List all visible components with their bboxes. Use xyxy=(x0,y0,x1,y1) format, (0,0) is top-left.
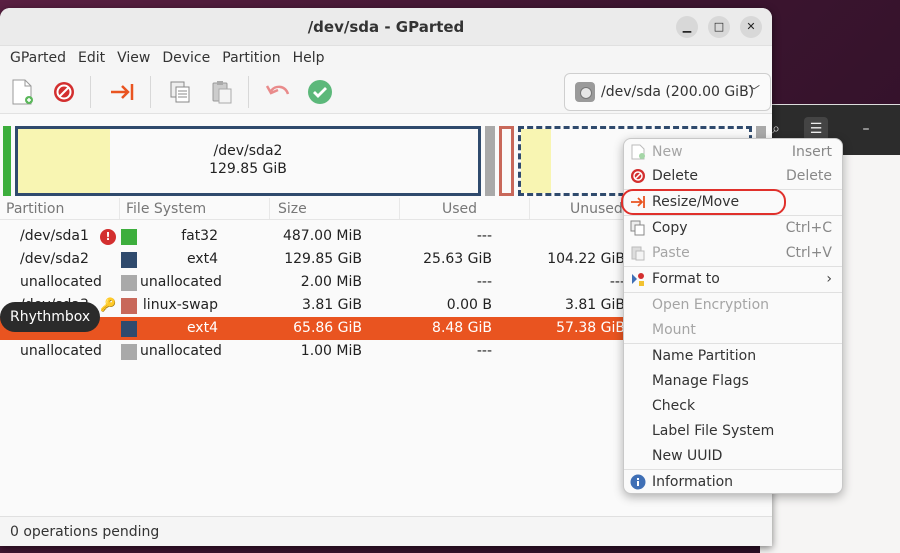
toolbar-separator xyxy=(248,76,249,108)
cell-unused: --- xyxy=(609,274,625,290)
cell-size: 2.00 MiB xyxy=(300,274,362,290)
col-file-system[interactable]: File System xyxy=(120,198,270,219)
cell-used: 25.63 GiB xyxy=(423,251,492,267)
col-used[interactable]: Used xyxy=(400,198,530,219)
cell-used: --- xyxy=(476,228,492,244)
menu-item-new-uuid[interactable]: New UUID xyxy=(624,444,842,468)
maximize-button[interactable]: □ xyxy=(708,16,730,38)
error-icon: ! xyxy=(100,229,116,245)
menu-edit[interactable]: Edit xyxy=(72,50,111,66)
format-icon xyxy=(632,273,644,286)
col-size[interactable]: Size xyxy=(270,198,400,219)
dock-tooltip: Rhythmbox xyxy=(0,302,101,332)
menu-item-copy[interactable]: Copy Ctrl+C xyxy=(624,216,842,240)
cell-partition: unallocated xyxy=(20,343,102,359)
cell-used: 8.48 GiB xyxy=(432,320,492,336)
cell-unused: 3.81 GiB xyxy=(565,297,625,313)
fs-color-swatch xyxy=(121,298,137,314)
tooltip-text: Rhythmbox xyxy=(10,309,91,325)
menu-item-check[interactable]: Check xyxy=(624,394,842,418)
toolbar: /dev/sda (200.00 GiB) ﹀ xyxy=(0,70,772,114)
cell-file-system: ext4 xyxy=(186,251,218,267)
cell-partition: /dev/sda1 xyxy=(20,228,89,244)
copy-icon xyxy=(630,220,645,236)
fs-color-swatch xyxy=(121,275,137,291)
cell-size: 3.81 GiB xyxy=(302,297,362,313)
graph-segment-sda2[interactable]: /dev/sda2 129.85 GiB xyxy=(15,126,481,196)
cell-size: 65.86 GiB xyxy=(293,320,362,336)
close-button[interactable]: ✕ xyxy=(740,16,762,38)
cell-partition: /dev/sda2 xyxy=(20,251,89,267)
menu-item-paste[interactable]: Paste Ctrl+V xyxy=(624,241,842,265)
hard-disk-icon xyxy=(575,82,595,102)
menu-bar: GParted Edit View Device Partition Help xyxy=(0,46,772,70)
fs-color-swatch xyxy=(121,321,137,337)
menu-item-format-to[interactable]: Format to › xyxy=(624,267,842,291)
cell-unused: 104.22 GiB xyxy=(547,251,625,267)
cell-file-system: unallocated xyxy=(140,343,222,359)
paste-icon xyxy=(631,246,645,261)
annotation-highlight-ring xyxy=(621,189,786,215)
col-partition[interactable]: Partition xyxy=(0,198,120,219)
graph-segment-sda3[interactable] xyxy=(499,126,514,196)
apply-icon[interactable] xyxy=(306,78,334,106)
menu-item-delete[interactable]: Delete Delete xyxy=(624,164,842,188)
toolbar-separator xyxy=(150,76,151,108)
submenu-arrow-icon: › xyxy=(826,271,832,287)
new-partition-icon[interactable] xyxy=(8,78,36,106)
cell-used: --- xyxy=(476,343,492,359)
menu-partition[interactable]: Partition xyxy=(216,50,286,66)
info-icon xyxy=(630,474,646,490)
key-icon: 🔑 xyxy=(100,298,117,313)
menu-item-mount[interactable]: Mount xyxy=(624,318,842,342)
cell-used: 0.00 B xyxy=(446,297,492,313)
cell-size: 129.85 GiB xyxy=(284,251,362,267)
menu-device[interactable]: Device xyxy=(156,50,216,66)
minimize-icon[interactable]: – xyxy=(854,117,878,141)
device-selector[interactable]: /dev/sda (200.00 GiB) ﹀ xyxy=(564,73,771,111)
new-icon xyxy=(631,144,645,160)
minimize-button[interactable]: ▁ xyxy=(676,16,698,38)
graph-segment-unallocated[interactable] xyxy=(485,126,495,196)
col-unused[interactable]: Unused xyxy=(530,198,630,219)
title-bar: /dev/sda - GParted ▁ □ ✕ xyxy=(0,8,772,46)
delete-icon xyxy=(631,169,645,183)
menu-item-name-partition[interactable]: Name Partition xyxy=(624,344,842,368)
menu-gparted[interactable]: GParted xyxy=(4,50,72,66)
menu-view[interactable]: View xyxy=(111,50,156,66)
fs-color-swatch xyxy=(121,252,137,268)
cell-file-system: linux-swap xyxy=(142,297,218,313)
resize-move-icon[interactable] xyxy=(108,78,136,106)
graph-segment-sda1[interactable] xyxy=(3,126,11,196)
menu-item-information[interactable]: Information xyxy=(624,470,842,494)
device-selector-label: /dev/sda (200.00 GiB) xyxy=(601,84,755,100)
menu-item-manage-flags[interactable]: Manage Flags xyxy=(624,369,842,393)
window-title: /dev/sda - GParted xyxy=(307,18,465,36)
cell-size: 1.00 MiB xyxy=(300,343,362,359)
cell-size: 487.00 MiB xyxy=(282,228,362,244)
delete-partition-icon[interactable] xyxy=(50,78,78,106)
graph-segment-border xyxy=(499,126,514,196)
cell-file-system: unallocated xyxy=(140,274,222,290)
cell-file-system: ext4 xyxy=(186,320,218,336)
paste-icon[interactable] xyxy=(208,78,236,106)
graph-sda2-size: 129.85 GiB xyxy=(209,161,287,177)
fs-color-swatch xyxy=(121,344,137,360)
chevron-down-icon: ﹀ xyxy=(747,84,760,98)
status-bar: 0 operations pending xyxy=(0,516,772,546)
graph-sda2-name: /dev/sda2 xyxy=(213,143,283,159)
cell-partition: unallocated xyxy=(20,274,102,290)
menu-item-label-file-system[interactable]: Label File System xyxy=(624,419,842,443)
menu-help[interactable]: Help xyxy=(287,50,331,66)
menu-item-open-encryption[interactable]: Open Encryption xyxy=(624,293,842,317)
fs-color-swatch xyxy=(121,229,137,245)
cell-used: --- xyxy=(476,274,492,290)
status-text: 0 operations pending xyxy=(10,524,160,540)
cell-file-system: fat32 xyxy=(181,228,218,244)
copy-icon[interactable] xyxy=(166,78,194,106)
cell-unused: 57.38 GiB xyxy=(556,320,625,336)
undo-icon[interactable] xyxy=(264,78,292,106)
menu-item-new[interactable]: New Insert xyxy=(624,140,842,164)
toolbar-separator xyxy=(90,76,91,108)
